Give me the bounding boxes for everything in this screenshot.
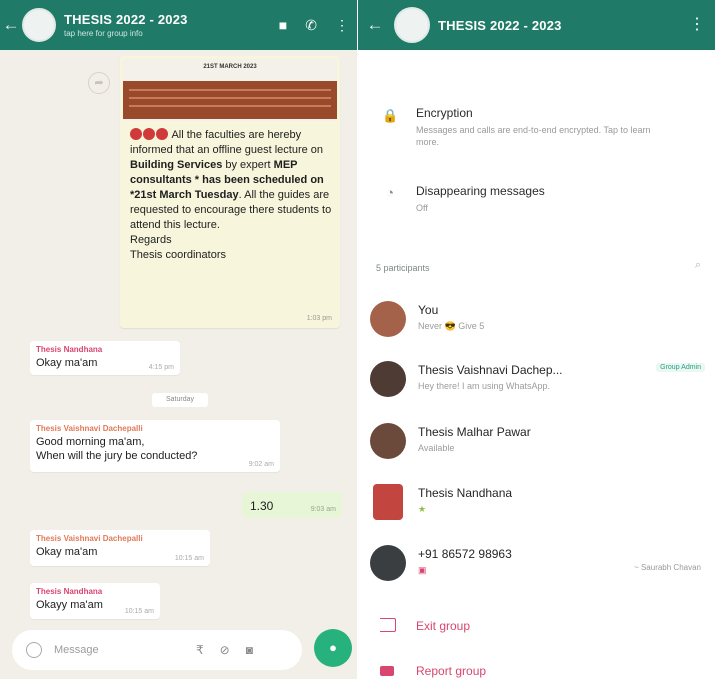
chat-subtitle: tap here for group info xyxy=(64,29,143,38)
chat-header-actions: ■ ✆ ⋮ xyxy=(279,0,349,50)
camera-icon[interactable]: ◙ xyxy=(246,643,253,657)
disappearing-title: Disappearing messages xyxy=(416,184,545,198)
mic-button[interactable]: ● xyxy=(314,629,352,667)
group-admin-badge: Group Admin xyxy=(656,363,705,372)
forward-icon[interactable]: ➦ xyxy=(88,72,110,94)
member-name: Thesis Nandhana xyxy=(418,486,513,500)
incoming-message[interactable]: Thesis Nandhana Okay ma'am 4:15 pm xyxy=(30,341,180,375)
member-name: You xyxy=(418,303,439,317)
participants-label: 5 participants xyxy=(376,263,430,273)
msg-text-part: Thesis coordinators xyxy=(130,249,226,261)
member-name: +91 86572 98963 xyxy=(418,547,512,561)
member-pushname: ~ Saurabh Chavan xyxy=(634,563,701,572)
incoming-message[interactable]: Thesis Vaishnavi Dachepalli Good morning… xyxy=(30,420,280,472)
emoji-icon[interactable] xyxy=(26,642,42,658)
member-name: Thesis Vaishnavi Dachep... xyxy=(418,363,563,377)
group-info-header: ← THESIS 2022 - 2023 ⋮ xyxy=(358,0,715,50)
message-sender: Thesis Nandhana xyxy=(36,345,103,354)
member-row[interactable]: You Never 😎 Give 5 xyxy=(358,295,715,351)
back-arrow-icon[interactable]: ← xyxy=(364,15,386,35)
day-divider: Saturday xyxy=(152,393,208,407)
chat-pane: ← THESIS 2022 - 2023 tap here for group … xyxy=(0,0,357,679)
outgoing-message[interactable]: 1.30 9:03 am xyxy=(242,492,342,518)
voice-call-icon[interactable]: ✆ xyxy=(305,17,317,34)
group-avatar[interactable] xyxy=(394,7,430,43)
exit-icon xyxy=(380,618,396,632)
member-status: Available xyxy=(418,443,455,453)
message-time: 9:03 am xyxy=(310,506,336,513)
red-circle-icon xyxy=(156,128,168,140)
image-attachment[interactable]: 21ST MARCH 2023 xyxy=(123,59,337,121)
input-actions: ₹ ⊘ ◙ xyxy=(196,643,253,657)
report-icon xyxy=(380,666,394,676)
avatar xyxy=(370,423,406,459)
video-call-icon[interactable]: ■ xyxy=(279,17,287,33)
member-status: ★ xyxy=(418,504,427,514)
member-row[interactable]: Thesis Malhar Pawar Available xyxy=(358,417,715,473)
member-row[interactable]: +91 86572 98963 ▣ ~ Saurabh Chavan xyxy=(358,539,715,595)
member-name: Thesis Malhar Pawar xyxy=(418,425,531,439)
message-time: 10:15 am xyxy=(124,608,154,615)
image-doc-title: 21ST MARCH 2023 xyxy=(203,64,257,70)
chat-title: THESIS 2022 - 2023 xyxy=(64,12,188,27)
encryption-row[interactable]: 🔒 Encryption Messages and calls are end-… xyxy=(358,100,715,160)
disappearing-subtitle: Off xyxy=(416,203,428,213)
chat-header: ← THESIS 2022 - 2023 tap here for group … xyxy=(0,0,357,50)
red-circle-icon xyxy=(130,128,142,140)
group-avatar[interactable] xyxy=(22,8,56,42)
mic-icon: ● xyxy=(329,640,337,655)
group-info-header-text: THESIS 2022 - 2023 xyxy=(438,18,562,33)
image-banner xyxy=(123,81,337,119)
member-status: Never 😎 Give 5 xyxy=(418,321,485,331)
calendar-icon: ▣ xyxy=(418,565,427,575)
incoming-message[interactable]: Thesis Vaishnavi Dachepalli Okay ma'am 1… xyxy=(30,530,210,566)
encryption-title: Encryption xyxy=(416,106,473,120)
encryption-subtitle: Messages and calls are end-to-end encryp… xyxy=(416,125,651,147)
group-info-title: THESIS 2022 - 2023 xyxy=(438,17,562,33)
attach-icon[interactable]: ⊘ xyxy=(220,643,230,657)
member-row[interactable]: Thesis Vaishnavi Dachep... Hey there! I … xyxy=(358,355,715,411)
incoming-message[interactable]: Thesis Nandhana Okayy ma'am 10:15 am xyxy=(30,583,160,619)
message-time: 1:03 pm xyxy=(306,315,332,322)
avatar xyxy=(370,301,406,337)
msg-text-bold: Building Services xyxy=(130,159,223,171)
message-input-bar[interactable]: Message ₹ ⊘ ◙ xyxy=(12,630,302,670)
back-arrow-icon[interactable]: ← xyxy=(0,15,22,35)
message-sender: Thesis Vaishnavi Dachepalli xyxy=(36,534,143,543)
lock-icon: 🔒 xyxy=(382,108,399,123)
image-message-bubble[interactable]: 21ST MARCH 2023 All the faculties are he… xyxy=(120,56,340,328)
disappearing-messages-row[interactable]: ◔ Disappearing messages Off xyxy=(358,178,715,228)
avatar xyxy=(370,545,406,581)
report-group-button[interactable]: Report group xyxy=(358,660,715,679)
exit-group-label: Exit group xyxy=(416,619,471,633)
avatar xyxy=(373,484,403,520)
report-group-label: Report group xyxy=(416,664,487,678)
red-circle-icon xyxy=(143,128,155,140)
exit-group-button[interactable]: Exit group xyxy=(358,612,715,642)
rupee-payment-icon[interactable]: ₹ xyxy=(196,643,204,657)
timer-icon: ◔ xyxy=(386,185,394,200)
message-text-line: When will the jury be conducted? xyxy=(36,450,198,462)
message-time: 9:02 am xyxy=(248,461,274,468)
member-row[interactable]: Thesis Nandhana ★ xyxy=(358,478,715,534)
search-icon[interactable]: ⌕ xyxy=(695,259,701,272)
chat-header-text[interactable]: THESIS 2022 - 2023 tap here for group in… xyxy=(64,12,188,38)
menu-dots-icon[interactable]: ⋮ xyxy=(689,0,705,50)
message-sender: Thesis Vaishnavi Dachepalli xyxy=(36,424,143,433)
message-text-line: Good morning ma'am, xyxy=(36,436,145,448)
group-info-pane: ← THESIS 2022 - 2023 ⋮ 🔒 Encryption Mess… xyxy=(358,0,715,679)
message-input[interactable]: Message xyxy=(54,644,164,656)
message-text: 1.30 xyxy=(250,499,274,513)
message-time: 10:15 am xyxy=(174,555,204,562)
message-time: 4:15 pm xyxy=(148,364,174,371)
avatar xyxy=(370,361,406,397)
message-sender: Thesis Nandhana xyxy=(36,587,103,596)
msg-text-part: Regards xyxy=(130,234,172,246)
menu-dots-icon[interactable]: ⋮ xyxy=(335,17,349,34)
image-message-text: All the faculties are hereby informed th… xyxy=(130,128,332,263)
member-status: Hey there! I am using WhatsApp. xyxy=(418,381,551,391)
msg-text-part: by expert xyxy=(222,159,274,171)
